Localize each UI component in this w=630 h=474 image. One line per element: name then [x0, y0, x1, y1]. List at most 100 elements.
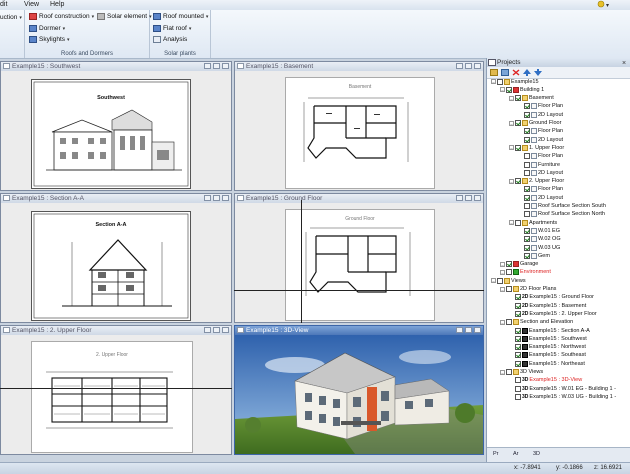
viewport-canvas[interactable]: Basement: [235, 71, 483, 190]
viewport-southwest[interactable]: Example15 : Southwest Southwest: [0, 61, 232, 191]
visibility-checkbox[interactable]: [515, 120, 521, 126]
tab-3d[interactable]: 3D: [533, 451, 540, 457]
visibility-checkbox[interactable]: [515, 144, 521, 151]
close-icon[interactable]: ×: [621, 58, 629, 66]
tree-node[interactable]: –Roof Surface Section North: [518, 211, 605, 218]
visibility-checkbox[interactable]: [515, 219, 521, 226]
visibility-checkbox[interactable]: [515, 335, 521, 342]
visibility-checkbox[interactable]: [524, 103, 530, 110]
viewport-section[interactable]: Example15 : Section A-A Section A-A: [0, 193, 232, 323]
visibility-checkbox[interactable]: [515, 360, 521, 367]
visibility-checkbox[interactable]: [524, 111, 530, 118]
flat-roof-button[interactable]: Flat roof ▾: [153, 25, 191, 32]
tree-node[interactable]: – Views: [491, 277, 526, 284]
restore-icon[interactable]: [213, 63, 220, 69]
tree-node[interactable]: –2D Layout: [518, 169, 563, 176]
tree-node[interactable]: – Environment: [500, 269, 551, 276]
visibility-checkbox[interactable]: [506, 286, 512, 292]
tree-node[interactable]: –Example15 : Northeast: [509, 360, 585, 367]
visibility-checkbox[interactable]: [515, 294, 521, 301]
visibility-checkbox[interactable]: [515, 344, 521, 351]
minimize-icon[interactable]: [204, 63, 211, 69]
tree-node[interactable]: – 1. Upper Floor: [509, 144, 564, 151]
dormer-button[interactable]: Dormer ▾: [29, 25, 65, 32]
tree-node[interactable]: – Section and Elevation: [500, 319, 573, 326]
visibility-checkbox[interactable]: [524, 236, 530, 243]
tree-node[interactable]: –Example15 : Section A-A: [509, 327, 590, 334]
tree-node[interactable]: –W.02 OG: [518, 236, 561, 243]
visibility-checkbox[interactable]: [515, 377, 521, 384]
restore-icon[interactable]: [213, 195, 220, 201]
expand-toggle-icon[interactable]: –: [509, 178, 514, 184]
visibility-checkbox[interactable]: [524, 169, 530, 176]
tree-node[interactable]: –Example15 : Southwest: [509, 335, 587, 342]
minimize-icon[interactable]: [456, 327, 463, 333]
expand-toggle-icon[interactable]: –: [500, 269, 505, 275]
expand-toggle-icon[interactable]: –: [491, 278, 496, 284]
visibility-checkbox[interactable]: [524, 186, 530, 193]
expand-toggle-icon[interactable]: –: [500, 87, 505, 93]
visibility-checkbox[interactable]: [515, 310, 521, 317]
move-up-icon[interactable]: [523, 69, 531, 76]
expand-toggle-icon[interactable]: –: [509, 120, 514, 126]
viewport-ground-floor[interactable]: Example15 : Ground Floor Ground Floor: [234, 193, 484, 323]
visibility-checkbox[interactable]: [506, 319, 512, 326]
skylights-button[interactable]: Skylights ▾: [29, 36, 70, 43]
tab-projects[interactable]: Pr: [493, 451, 499, 457]
visibility-checkbox[interactable]: [524, 244, 530, 251]
visibility-checkbox[interactable]: [515, 385, 521, 392]
tree-node[interactable]: – 2D Floor Plans: [500, 286, 556, 293]
close-icon[interactable]: [474, 63, 481, 69]
tree-node[interactable]: –W.03 UG: [518, 244, 560, 251]
tree-node[interactable]: –Example15 : Southeast: [509, 352, 586, 359]
menu-view[interactable]: View: [24, 1, 39, 8]
visibility-checkbox[interactable]: [506, 269, 512, 276]
delete-icon[interactable]: [512, 69, 520, 76]
tree-node[interactable]: –3DExample15 : W.03 UG - Building 1 -: [509, 393, 616, 400]
visibility-checkbox[interactable]: [524, 161, 530, 168]
visibility-checkbox[interactable]: [524, 153, 530, 160]
expand-toggle-icon[interactable]: –: [509, 220, 514, 226]
move-down-icon[interactable]: [534, 69, 542, 76]
tree-node[interactable]: – Apartments: [509, 219, 557, 226]
expand-toggle-icon[interactable]: –: [509, 95, 514, 101]
project-tree[interactable]: –Example15–Building 1 –Basement –Floor Pla…: [487, 78, 630, 448]
tree-node[interactable]: – 3D Views: [500, 369, 543, 376]
tree-node[interactable]: –Furniture: [518, 161, 560, 168]
visibility-checkbox[interactable]: [515, 95, 521, 102]
menu-edit[interactable]: dit: [0, 1, 7, 8]
help-bulb-icon[interactable]: ▾: [596, 0, 614, 9]
restore-icon[interactable]: [465, 195, 472, 201]
tree-node[interactable]: – Garage: [500, 261, 538, 268]
tree-node[interactable]: – Building 1: [500, 86, 544, 93]
tree-node[interactable]: –2DExample15 : Basement: [509, 302, 586, 309]
visibility-checkbox[interactable]: [515, 302, 521, 309]
visibility-checkbox[interactable]: [524, 136, 530, 143]
minimize-icon[interactable]: [204, 327, 211, 333]
tree-node[interactable]: –W.01 EG: [518, 227, 560, 234]
tree-node[interactable]: – Basement: [509, 95, 554, 102]
visibility-checkbox[interactable]: [497, 78, 503, 85]
viewport-canvas[interactable]: Section A-A: [1, 203, 231, 322]
expand-toggle-icon[interactable]: –: [509, 145, 514, 151]
minimize-icon[interactable]: [204, 195, 211, 201]
close-icon[interactable]: [222, 195, 229, 201]
viewport-3d[interactable]: Example15 : 3D-View: [234, 325, 484, 455]
tree-node[interactable]: – 2. Upper Floor: [509, 178, 564, 185]
minimize-icon[interactable]: [456, 63, 463, 69]
restore-icon[interactable]: [465, 63, 472, 69]
expand-toggle-icon[interactable]: –: [500, 369, 505, 375]
tree-node[interactable]: –Floor Plan: [518, 186, 563, 193]
visibility-checkbox[interactable]: [506, 369, 512, 375]
open-folder-icon[interactable]: [490, 69, 498, 76]
tree-node[interactable]: – Example15: [491, 78, 539, 85]
tree-node[interactable]: –2DExample15 : 2. Upper Floor: [509, 310, 597, 317]
viewport-canvas[interactable]: Southwest: [1, 71, 231, 190]
expand-toggle-icon[interactable]: –: [500, 261, 505, 267]
visibility-checkbox[interactable]: [524, 227, 530, 234]
visibility-checkbox[interactable]: [515, 393, 521, 400]
visibility-checkbox[interactable]: [524, 194, 530, 201]
visibility-checkbox[interactable]: [524, 203, 530, 209]
menu-help[interactable]: Help: [50, 1, 64, 8]
tree-node[interactable]: –2D Layout: [518, 111, 563, 118]
